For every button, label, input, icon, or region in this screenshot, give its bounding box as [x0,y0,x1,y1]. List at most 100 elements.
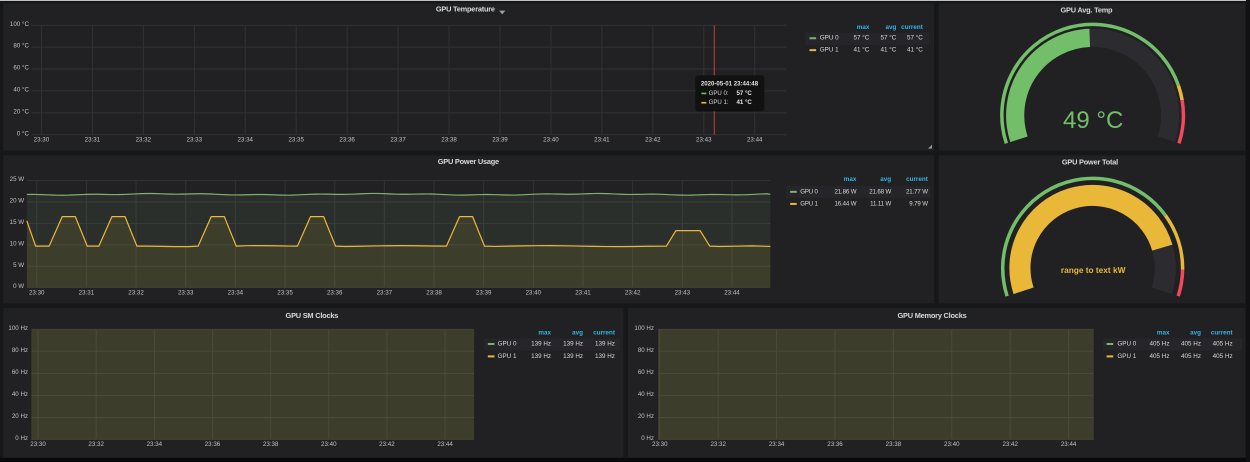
svg-text:23:36: 23:36 [339,136,355,143]
svg-text:GPU Memory Clocks: GPU Memory Clocks [898,311,967,320]
svg-text:40 Hz: 40 Hz [12,391,28,398]
svg-text:23:40: 23:40 [525,289,541,296]
svg-text:GPU 0: GPU 0 [1117,341,1136,348]
svg-text:0 W: 0 W [13,283,24,290]
svg-text:23:44: 23:44 [1061,441,1077,448]
svg-text:23:43: 23:43 [696,136,712,143]
svg-text:23:41: 23:41 [594,136,610,143]
svg-text:23:42: 23:42 [1002,441,1018,448]
svg-text:23:40: 23:40 [944,441,960,448]
svg-text:23:41: 23:41 [575,289,591,296]
svg-text:23:42: 23:42 [645,136,661,143]
svg-text:16.44 W: 16.44 W [834,200,856,207]
svg-text:max: max [856,24,869,31]
svg-text:23:30: 23:30 [33,136,49,143]
svg-text:max: max [538,329,551,336]
svg-text:23:38: 23:38 [263,441,279,448]
svg-text:current: current [593,329,616,336]
svg-text:0 °C: 0 °C [16,130,29,137]
svg-text:GPU 1: GPU 1 [800,200,818,207]
svg-text:60 Hz: 60 Hz [638,369,654,376]
svg-text:GPU 0:: GPU 0: [708,90,728,97]
svg-text:23:38: 23:38 [886,441,902,448]
svg-text:49 °C: 49 °C [1063,107,1123,134]
svg-text:100 Hz: 100 Hz [634,325,654,332]
svg-text:21.77 W: 21.77 W [906,188,928,195]
svg-text:GPU Power Total: GPU Power Total [1062,157,1118,166]
svg-text:current: current [901,24,924,31]
svg-text:23:35: 23:35 [288,136,304,143]
svg-text:41 °C: 41 °C [907,45,923,53]
svg-text:80 Hz: 80 Hz [638,347,654,354]
svg-text:23:34: 23:34 [227,289,243,296]
svg-text:GPU Avg. Temp: GPU Avg. Temp [1060,5,1113,14]
svg-text:23:30: 23:30 [29,289,45,296]
svg-text:40 °C: 40 °C [13,86,29,93]
svg-text:21.68 W: 21.68 W [869,188,891,195]
svg-text:23:35: 23:35 [277,289,293,296]
svg-text:23:44: 23:44 [724,289,740,296]
svg-text:GPU 1: GPU 1 [1117,353,1136,360]
svg-text:23:40: 23:40 [321,441,337,448]
svg-text:current: current [906,176,929,183]
svg-text:23:44: 23:44 [747,136,763,143]
svg-text:23:42: 23:42 [625,289,641,296]
svg-text:5 W: 5 W [13,262,24,269]
svg-text:57 °C: 57 °C [907,33,923,41]
svg-text:25 W: 25 W [9,176,24,183]
svg-text:23:33: 23:33 [178,289,194,296]
svg-text:60 °C: 60 °C [13,64,29,71]
svg-text:23:31: 23:31 [78,289,94,296]
svg-text:41 °C: 41 °C [880,45,896,53]
svg-text:23:36: 23:36 [204,441,220,448]
svg-text:20 °C: 20 °C [13,108,29,115]
svg-text:21.86 W: 21.86 W [834,188,856,195]
svg-text:41 °C: 41 °C [853,45,869,53]
svg-text:GPU Temperature: GPU Temperature [436,4,495,13]
svg-text:405 Hz: 405 Hz [1213,341,1233,348]
svg-text:15 W: 15 W [9,219,24,226]
svg-text:57 °C: 57 °C [880,33,896,41]
svg-text:20 W: 20 W [9,197,24,204]
svg-text:20 Hz: 20 Hz [638,413,654,420]
svg-text:139 Hz: 139 Hz [595,341,615,348]
svg-text:GPU 1: GPU 1 [819,46,838,53]
svg-text:avg: avg [885,24,896,31]
svg-text:avg: avg [1190,329,1201,336]
svg-text:max: max [843,176,856,183]
svg-text:41 °C: 41 °C [736,99,752,106]
svg-text:80 Hz: 80 Hz [12,347,28,354]
svg-text:20 Hz: 20 Hz [12,413,28,420]
svg-text:23:31: 23:31 [84,136,100,143]
svg-text:23:38: 23:38 [426,289,442,296]
svg-text:23:32: 23:32 [88,441,104,448]
svg-text:23:32: 23:32 [710,441,726,448]
svg-text:405 Hz: 405 Hz [1181,353,1201,360]
svg-text:23:40: 23:40 [543,136,559,143]
svg-text:100 °C: 100 °C [10,21,30,28]
svg-text:23:37: 23:37 [390,136,406,143]
svg-text:GPU 1: GPU 1 [497,353,516,360]
svg-text:139 Hz: 139 Hz [595,353,615,360]
svg-text:max: max [1157,329,1170,336]
svg-text:range to text kW: range to text kW [1061,265,1126,275]
svg-text:GPU Power Usage: GPU Power Usage [437,157,498,166]
svg-text:23:32: 23:32 [135,136,151,143]
svg-text:GPU 1:: GPU 1: [708,99,728,106]
svg-text:100 Hz: 100 Hz [8,325,28,332]
svg-text:23:36: 23:36 [327,289,343,296]
svg-text:23:44: 23:44 [437,441,453,448]
svg-text:139 Hz: 139 Hz [563,341,583,348]
svg-text:GPU 0: GPU 0 [497,341,516,348]
svg-text:23:34: 23:34 [237,136,253,143]
svg-text:23:34: 23:34 [146,441,162,448]
svg-text:23:30: 23:30 [652,441,668,448]
svg-text:23:38: 23:38 [441,136,457,143]
svg-text:11.11 W: 11.11 W [870,200,891,207]
svg-text:10 W: 10 W [9,240,24,247]
svg-text:405 Hz: 405 Hz [1150,353,1170,360]
svg-text:current: current [1211,329,1234,336]
svg-text:139 Hz: 139 Hz [531,353,551,360]
svg-text:23:30: 23:30 [30,441,46,448]
svg-text:GPU 0: GPU 0 [800,188,818,195]
